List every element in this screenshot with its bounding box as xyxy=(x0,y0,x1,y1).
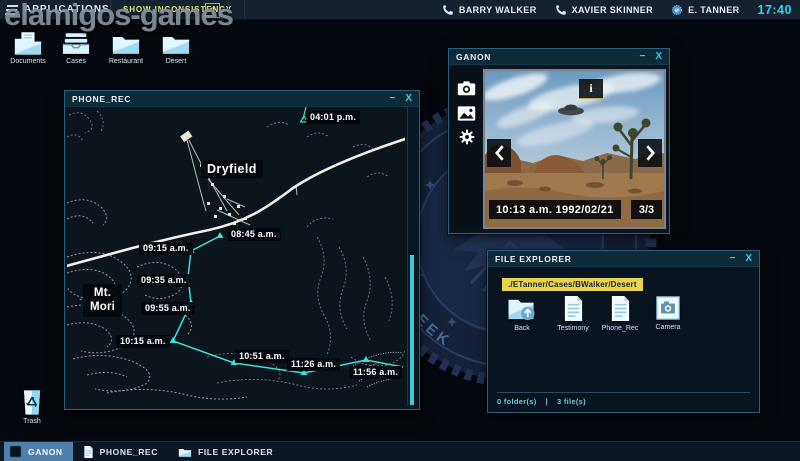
phone-icon xyxy=(555,4,567,16)
trash-icon[interactable]: Trash xyxy=(5,389,59,425)
contact-barry-walker[interactable]: BARRY WALKER xyxy=(442,4,537,16)
minimize-icon[interactable]: − xyxy=(729,252,735,266)
file-item-back[interactable]: Back xyxy=(497,295,547,332)
applications-label: APPLICATIONS xyxy=(24,4,110,15)
file-item-testimony[interactable]: Testimony xyxy=(548,295,598,332)
top-menu-bar: APPLICATIONS SHOW INCONSISTENCY ? BARRY … xyxy=(0,0,800,20)
taskbar-item-ganon[interactable]: GANON xyxy=(4,442,73,461)
document-stack-icon xyxy=(61,31,91,56)
waypoint-label: 11:56 a.m. xyxy=(349,366,403,379)
hamburger-icon xyxy=(4,4,19,15)
window-file-explorer: FILE EXPLORER − X ./ETanner/Cases/BWalke… xyxy=(487,250,760,413)
file-item-camera[interactable]: Camera xyxy=(643,295,693,331)
path-bar[interactable]: ./ETanner/Cases/BWalker/Desert xyxy=(502,278,643,291)
taskbar-item-phone-rec[interactable]: PHONE_REC xyxy=(78,442,168,461)
close-icon[interactable]: X xyxy=(655,50,662,64)
folder-document-icon xyxy=(13,31,43,56)
previous-photo-button[interactable] xyxy=(487,139,511,167)
folder-icon xyxy=(111,31,141,56)
folder-icon xyxy=(161,31,191,56)
place-label-mt-mori: Mt. Mori xyxy=(83,284,123,317)
taskbar: GANON PHONE_REC FILE EXPLORER xyxy=(0,441,800,461)
chevron-right-icon xyxy=(645,144,656,162)
image-icon[interactable] xyxy=(454,102,479,124)
folder-up-icon xyxy=(506,295,538,322)
close-icon[interactable]: X xyxy=(745,252,752,266)
photo-timestamp: 10:13 a.m. 1992/02/21 xyxy=(489,200,621,219)
map-road xyxy=(67,137,405,268)
status-separator: | xyxy=(545,397,548,406)
help-button[interactable]: ? xyxy=(205,3,220,18)
waypoint-label: 09:15 a.m. xyxy=(139,242,193,255)
waypoint-label: 09:55 a.m. xyxy=(141,302,195,315)
phone-rec-titlebar[interactable]: PHONE_REC − X xyxy=(65,91,419,107)
waypoint-label: 08:45 a.m. xyxy=(227,228,281,241)
recycle-bin-icon xyxy=(21,389,43,416)
close-icon[interactable]: X xyxy=(405,92,412,106)
window-ganon: GANON − X i 10:13 a.m. 1992/02/21 3/3 xyxy=(448,48,670,234)
topbar-contacts: BARRY WALKER XAVIER SKINNER E. TANNER 17… xyxy=(442,0,792,19)
file-item-phone-rec[interactable]: Phone_Rec xyxy=(595,295,645,332)
window-phone-rec: PHONE_REC − X 04:01 p.m. Dryfield 08:45 … xyxy=(64,90,420,410)
explorer-status-bar: 0 folder(s) | 3 file(s) xyxy=(497,397,586,406)
clock: 17:40 xyxy=(757,2,792,17)
ganon-toolbar xyxy=(450,66,482,231)
photo-icon xyxy=(655,295,681,321)
taskbar-item-file-explorer[interactable]: FILE EXPLORER xyxy=(173,442,283,461)
phone-icon xyxy=(442,4,454,16)
document-icon xyxy=(83,445,94,459)
waypoint-label: 11:26 a.m. xyxy=(287,358,341,371)
waypoint-label: 09:35 a.m. xyxy=(137,274,191,287)
info-button[interactable]: i xyxy=(579,79,603,99)
file-count: 3 file(s) xyxy=(556,397,586,406)
map-viewport[interactable]: 04:01 p.m. Dryfield 08:45 a.m. 09:15 a.m… xyxy=(67,107,405,406)
photo-dark-icon xyxy=(9,445,22,458)
desktop-icon-restaurant[interactable]: Restaurant xyxy=(99,31,153,65)
map-scrollbar[interactable] xyxy=(407,107,416,406)
desktop-icon-cases[interactable]: Cases xyxy=(49,31,103,65)
waypoint-label: 10:15 a.m. xyxy=(116,335,170,348)
status-divider-line xyxy=(497,392,750,393)
document-icon xyxy=(562,295,585,322)
gear-icon[interactable] xyxy=(454,126,479,148)
contact-xavier-skinner[interactable]: XAVIER SKINNER xyxy=(555,4,653,16)
camera-icon[interactable] xyxy=(454,77,479,99)
desktop-icon-documents[interactable]: Documents xyxy=(1,31,55,65)
ganon-titlebar[interactable]: GANON − X xyxy=(449,49,669,65)
photo-counter: 3/3 xyxy=(631,200,662,219)
place-label-dryfield: Dryfield xyxy=(201,160,263,178)
folder-count: 0 folder(s) xyxy=(497,397,537,406)
minimize-icon[interactable]: − xyxy=(389,92,395,106)
show-inconsistency-button[interactable]: SHOW INCONSISTENCY xyxy=(110,0,246,19)
folder-icon xyxy=(178,446,192,458)
desktop-icon-desert[interactable]: Desert xyxy=(149,31,203,65)
document-icon xyxy=(609,295,632,322)
waypoint-label: 10:51 a.m. xyxy=(235,350,289,363)
applications-menu[interactable]: APPLICATIONS xyxy=(4,0,110,19)
waypoint-label: 04:01 p.m. xyxy=(306,111,361,124)
contact-e-tanner[interactable]: E. TANNER xyxy=(671,4,739,16)
file-explorer-titlebar[interactable]: FILE EXPLORER − X xyxy=(488,251,759,267)
chevron-left-icon xyxy=(494,144,505,162)
topbar-separator xyxy=(228,0,229,19)
scrollbar-thumb[interactable] xyxy=(410,255,414,405)
badge-icon xyxy=(671,4,683,16)
minimize-icon[interactable]: − xyxy=(639,50,645,64)
next-photo-button[interactable] xyxy=(638,139,662,167)
